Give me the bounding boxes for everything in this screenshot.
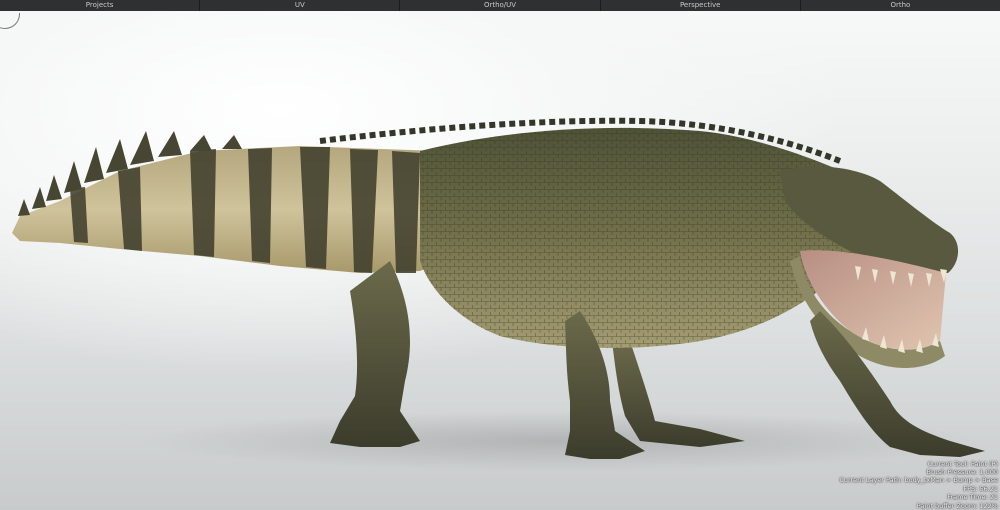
frame-time-text: Frame Time: 21 [947, 493, 998, 502]
tab-uv[interactable]: UV [200, 0, 401, 11]
status-overlay: Current Tool: Paint (P) Brush Pressure: … [839, 460, 998, 510]
tab-ortho-uv[interactable]: Ortho/UV [400, 0, 601, 11]
body-scales [420, 127, 875, 348]
tab-ortho[interactable]: Ortho [801, 0, 1000, 11]
fps-text: FPS: 56.21 [963, 484, 998, 493]
current-tool-text: Current Tool: Paint (P) [927, 459, 998, 468]
layer-path-text: Current Layer Path: body_txMan > Bump > … [839, 476, 998, 485]
3d-viewport[interactable]: Current Tool: Paint (P) Brush Pressure: … [0, 11, 1000, 510]
viewport-tab-bar: Projects UV Ortho/UV Perspective Ortho [0, 0, 1000, 11]
crocodile-model[interactable] [0, 11, 1000, 510]
tab-perspective[interactable]: Perspective [601, 0, 801, 11]
paint-buffer-zoom-text: Paint buffer Zoom: 122% [916, 501, 998, 510]
tab-projects[interactable]: Projects [0, 0, 201, 11]
